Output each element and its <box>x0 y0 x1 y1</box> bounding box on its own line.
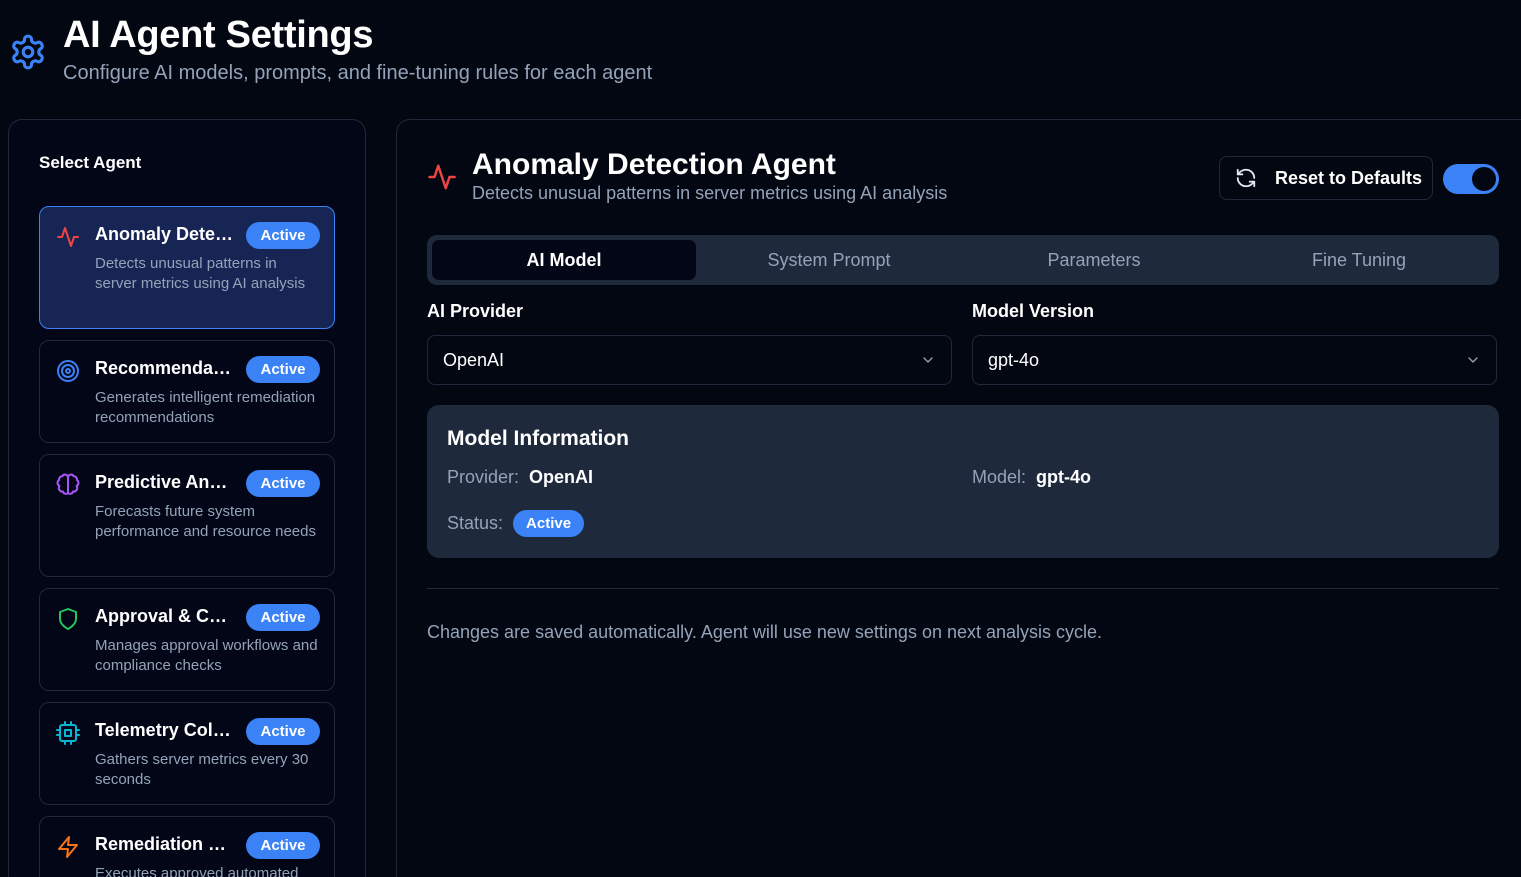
target-icon <box>57 360 79 382</box>
autosave-note: Changes are saved automatically. Agent w… <box>427 622 1103 642</box>
agent-title: Anomaly Detection Agent <box>472 148 836 181</box>
divider <box>427 588 1499 589</box>
agent-name: Telemetry Collector Agent <box>95 720 235 740</box>
activity-icon <box>428 164 456 190</box>
ai-provider-select[interactable]: OpenAI <box>427 335 952 385</box>
model-version-select[interactable]: gpt-4o <box>972 335 1497 385</box>
tab-fine-tuning[interactable]: Fine Tuning <box>1227 240 1491 280</box>
provider-info: Provider: OpenAI <box>447 467 593 488</box>
agent-card-telemetry-collector[interactable]: Telemetry Collector Agent Active Gathers… <box>39 702 335 805</box>
zap-icon <box>58 836 78 858</box>
settings-tabs: AI Model System Prompt Parameters Fine T… <box>427 235 1499 285</box>
cpu-icon <box>56 721 80 745</box>
agent-card-approval-compliance[interactable]: Approval & Compliance Agent Active Manag… <box>39 588 335 691</box>
ai-provider-value: OpenAI <box>443 349 505 370</box>
provider-value: OpenAI <box>529 467 594 487</box>
status-badge: Active <box>246 718 320 745</box>
agent-name: Predictive Analytics Agent <box>95 472 235 492</box>
model-information-card: Model Information Provider: OpenAI Model… <box>427 405 1499 558</box>
agent-description: Executes approved automated <box>95 865 299 877</box>
status-badge: Active <box>246 222 320 249</box>
agent-settings-panel: Anomaly Detection Agent Detects unusual … <box>396 119 1521 877</box>
reset-button-label: Reset to Defaults <box>1275 167 1423 188</box>
page-title: AI Agent Settings <box>63 14 374 56</box>
model-version-value: gpt-4o <box>988 349 1040 370</box>
tab-system-prompt[interactable]: System Prompt <box>697 240 961 280</box>
agent-name: Remediation Executor Agent <box>95 834 235 854</box>
agent-name: Anomaly Detection Agent <box>95 224 235 244</box>
model-key: Model: <box>972 467 1027 487</box>
model-information-title: Model Information <box>447 427 629 450</box>
provider-key: Provider: <box>447 467 520 487</box>
agent-description: Gathers server metrics every 30 seconds <box>95 751 309 788</box>
sidebar-title: Select Agent <box>39 153 142 172</box>
activity-icon <box>57 227 79 247</box>
chevron-down-icon <box>923 357 933 363</box>
agent-name: Recommendation Agent <box>95 358 235 378</box>
page-header: AI Agent Settings Configure AI models, p… <box>0 0 1521 110</box>
agent-description: Generates intelligent remediation recomm… <box>95 389 316 426</box>
reset-to-defaults-button[interactable]: Reset to Defaults <box>1219 156 1433 200</box>
agent-card-anomaly-detection[interactable]: Anomaly Detection Agent Active Detects u… <box>39 206 335 329</box>
tab-ai-model[interactable]: AI Model <box>432 240 696 280</box>
status-badge: Active <box>246 832 320 859</box>
agent-sidebar: Select Agent Anomaly Detection Agent Act… <box>8 119 366 877</box>
agent-subtitle: Detects unusual patterns in server metri… <box>472 183 948 203</box>
ai-provider-label: AI Provider <box>427 301 524 321</box>
tab-parameters[interactable]: Parameters <box>962 240 1226 280</box>
toggle-knob <box>1472 167 1496 191</box>
chevron-down-icon <box>1468 357 1478 363</box>
model-version-label: Model Version <box>972 301 1095 321</box>
agent-card-remediation-executor[interactable]: Remediation Executor Agent Active Execut… <box>39 816 335 877</box>
status-badge: Active <box>246 470 320 497</box>
refresh-icon <box>1236 168 1256 188</box>
page-subtitle: Configure AI models, prompts, and fine-t… <box>63 62 653 84</box>
agent-name: Approval & Compliance Agent <box>95 606 235 626</box>
agent-description: Forecasts future system performance and … <box>95 503 316 540</box>
brain-icon <box>56 473 80 495</box>
agent-description: Detects unusual patterns in server metri… <box>95 255 306 292</box>
agent-enabled-toggle[interactable] <box>1443 164 1499 194</box>
agent-card-predictive-analytics[interactable]: Predictive Analytics Agent Active Foreca… <box>39 454 335 577</box>
status-badge: Active <box>513 510 585 537</box>
agent-card-recommendation[interactable]: Recommendation Agent Active Generates in… <box>39 340 335 443</box>
agent-description: Manages approval workflows and complianc… <box>95 637 318 674</box>
status-info: Status: Active <box>447 510 585 537</box>
status-badge: Active <box>246 356 320 383</box>
status-key: Status: <box>447 513 504 533</box>
gear-icon <box>12 34 44 70</box>
status-badge: Active <box>246 604 320 631</box>
shield-icon <box>59 608 77 630</box>
model-value: gpt-4o <box>1036 467 1092 487</box>
model-info: Model: gpt-4o <box>972 467 1091 488</box>
